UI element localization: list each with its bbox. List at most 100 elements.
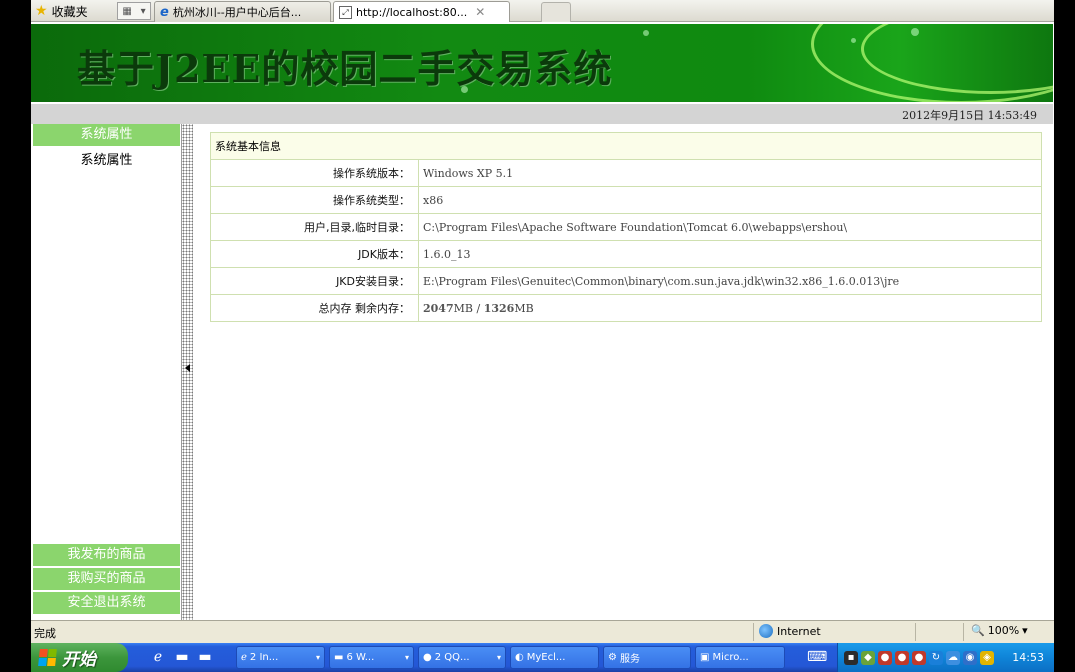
row-value: E:\Program Files\Genuitec\Common\binary\… <box>418 267 1042 295</box>
qq-icon[interactable]: ● <box>895 650 909 665</box>
qq-icon[interactable]: ● <box>912 650 926 665</box>
start-label: 开始 <box>62 650 96 670</box>
sidebar-item-logout[interactable]: 安全退出系统 <box>33 592 180 614</box>
browser-status-bar: 完成 Internet 🔍 100% ▾ <box>31 620 1054 643</box>
magnifier-icon: 🔍 <box>971 624 985 637</box>
tab-label: 杭州冰川--用户中心后台... <box>172 6 302 19</box>
star-icon: ★ <box>35 3 48 19</box>
update-icon[interactable]: ◉ <box>963 650 977 665</box>
memory-free: 1326 <box>483 301 515 315</box>
row-label: 用户,目录,临时目录： <box>210 213 419 241</box>
cloud-icon[interactable]: ☁ <box>946 650 960 665</box>
tab-user-center[interactable]: e 杭州冰川--用户中心后台... <box>154 1 331 22</box>
sidebar-splitter[interactable] <box>181 124 193 620</box>
taskbar-item-myeclipse[interactable]: ◐ MyEcl... <box>510 646 599 669</box>
row-value: x86 <box>418 186 1042 214</box>
penguin-icon: ● <box>423 652 432 663</box>
start-button[interactable]: 开始 <box>31 643 128 672</box>
chevron-down-icon: ▾ <box>140 5 146 17</box>
zoom-level: 100% <box>987 624 1020 637</box>
sidebar-item-my-published[interactable]: 我发布的商品 <box>33 544 180 566</box>
chevron-down-icon: ▾ <box>1022 624 1028 637</box>
chevron-down-icon: ▾ <box>315 653 320 662</box>
task-label: 服务 <box>619 654 640 665</box>
sidebar-header-system-properties[interactable]: 系统属性 <box>33 124 180 146</box>
memory-separator: / <box>472 301 484 315</box>
favorites-button[interactable]: ★ 收藏夹 <box>35 2 88 20</box>
qq-icon[interactable]: ● <box>878 650 892 665</box>
collapse-arrow-icon[interactable] <box>185 364 190 372</box>
taskbar-clock: 14:53 <box>1012 651 1044 664</box>
row-value: Windows XP 5.1 <box>418 159 1042 187</box>
taskbar-item-services[interactable]: ⚙ 服务 <box>603 646 691 669</box>
favorites-label: 收藏夹 <box>51 4 88 19</box>
security-icon[interactable]: ◈ <box>980 650 994 665</box>
system-tray: ▪ ◆ ● ● ● ↻ ☁ ◉ ◈ 14:53 <box>837 643 1054 672</box>
task-label: 2 In... <box>249 652 279 663</box>
status-separator <box>753 623 754 641</box>
zoom-control[interactable]: 🔍 100% ▾ <box>971 624 1028 637</box>
table-row: 操作系统类型： x86 <box>210 186 1042 214</box>
folder-quicklaunch-icon[interactable]: ▬ <box>197 649 213 665</box>
close-icon[interactable]: ✕ <box>475 5 485 19</box>
memory-unit: MB <box>453 301 473 315</box>
system-info-table: 系统基本信息 操作系统版本： Windows XP 5.1 操作系统类型： x8… <box>210 132 1042 322</box>
table-row: 总内存 剩余内存： 2047MB / 1326MB <box>210 294 1042 322</box>
security-zone[interactable]: Internet <box>759 624 821 638</box>
site-banner: 基于J2EE的校园二手交易系统 <box>31 24 1053 102</box>
row-value: 1.6.0_13 <box>418 240 1042 268</box>
table-caption-row: 系统基本信息 <box>210 132 1042 160</box>
shield-icon[interactable]: ◆ <box>861 650 875 665</box>
grid-icon: ▦ <box>122 5 132 17</box>
row-label: 总内存 剩余内存： <box>210 294 419 322</box>
gear-icon: ⚙ <box>608 652 617 663</box>
ie-icon: ℯ <box>241 652 247 663</box>
row-label: 操作系统版本： <box>210 159 419 187</box>
sidebar-item-my-purchased[interactable]: 我购买的商品 <box>33 568 180 590</box>
desktop-screen: ★ 收藏夹 ▦ ▾ e 杭州冰川--用户中心后台... ⤢ http://loc… <box>0 0 1075 672</box>
task-label: Micro... <box>712 652 749 663</box>
refresh-icon[interactable]: ↻ <box>929 650 943 665</box>
right-black-border <box>1054 0 1075 672</box>
table-row: JKD安装目录： E:\Program Files\Genuitec\Commo… <box>210 267 1042 295</box>
current-datetime: 2012年9月15日 14:53:49 <box>902 109 1037 122</box>
new-tab-button[interactable] <box>541 2 571 22</box>
taskbar-item-qq[interactable]: ● 2 QQ... ▾ <box>418 646 506 669</box>
browser-tab-bar: ★ 收藏夹 ▦ ▾ e 杭州冰川--用户中心后台... ⤢ http://loc… <box>31 0 1054 22</box>
taskbar-item-microsoft[interactable]: ▣ Micro... <box>695 646 785 669</box>
row-label: 操作系统类型： <box>210 186 419 214</box>
memory-unit: MB <box>514 301 534 315</box>
keyboard-icon[interactable]: ⌨ <box>807 649 827 665</box>
page-icon: ⤢ <box>339 5 352 19</box>
chevron-down-icon: ▾ <box>404 653 409 662</box>
taskbar: 开始 ℯ ▬ ▬ ℯ2 In... ▾ ▬ 6 W... ▾ ● 2 QQ... ▾ ◐ M… <box>31 643 1054 672</box>
quick-tabs-button[interactable]: ▦ ▾ <box>117 2 151 20</box>
folder-quicklaunch-icon[interactable]: ▬ <box>174 649 190 665</box>
row-value: C:\Program Files\Apache Software Foundat… <box>418 213 1042 241</box>
memory-total: 2047 <box>423 301 454 315</box>
table-row: JDK版本： 1.6.0_13 <box>210 240 1042 268</box>
row-label: JKD安装目录： <box>210 267 419 295</box>
taskbar-item-explorer[interactable]: ▬ 6 W... ▾ <box>329 646 414 669</box>
status-text: 完成 <box>34 627 56 640</box>
tab-label: http://localhost:80... <box>356 5 468 19</box>
task-label: MyEcl... <box>526 652 566 663</box>
banner-decoration <box>643 30 649 36</box>
ie-quicklaunch-icon[interactable]: ℯ <box>150 649 166 665</box>
folder-icon: ▬ <box>334 652 344 663</box>
sidebar-item-system-properties[interactable]: 系统属性 <box>33 149 180 168</box>
task-label: 6 W... <box>346 652 375 663</box>
zone-label: Internet <box>777 624 821 638</box>
date-bar: 2012年9月15日 14:53:49 <box>31 104 1053 124</box>
table-caption: 系统基本信息 <box>210 132 1042 160</box>
banner-title: 基于J2EE的校园二手交易系统 <box>77 46 613 91</box>
table-row: 操作系统版本： Windows XP 5.1 <box>210 159 1042 187</box>
tab-localhost[interactable]: ⤢ http://localhost:80... ✕ <box>333 1 510 22</box>
memory-value: 2047MB / 1326MB <box>418 294 1042 322</box>
page-viewport: 基于J2EE的校园二手交易系统 2012年9月15日 14:53:49 系统属性… <box>31 22 1054 620</box>
windows-flag-icon <box>38 649 57 666</box>
task-label: 2 QQ... <box>434 652 470 663</box>
network-icon[interactable]: ▪ <box>844 650 858 665</box>
taskbar-item-ie[interactable]: ℯ2 In... ▾ <box>236 646 325 669</box>
table-row: 用户,目录,临时目录： C:\Program Files\Apache Soft… <box>210 213 1042 241</box>
